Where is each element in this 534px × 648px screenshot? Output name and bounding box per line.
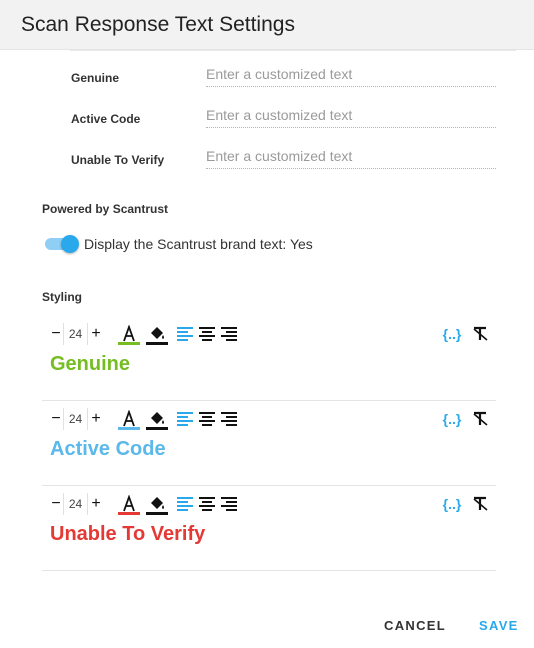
style-block-genuine: − 24 + {..} Genuine bbox=[42, 315, 496, 401]
variable-icon: {..} bbox=[442, 326, 462, 342]
clear-format-button[interactable] bbox=[471, 408, 489, 430]
minus-icon: − bbox=[51, 325, 61, 342]
fill-color-swatch bbox=[146, 427, 168, 430]
align-center-button[interactable] bbox=[198, 493, 216, 515]
align-center-button[interactable] bbox=[198, 408, 216, 430]
align-center-icon bbox=[199, 327, 215, 341]
cancel-button[interactable]: CANCEL bbox=[384, 618, 446, 633]
align-right-icon bbox=[221, 327, 237, 341]
brand-text-toggle-label: Display the Scantrust brand text: Yes bbox=[84, 236, 313, 252]
dialog-title: Scan Response Text Settings bbox=[21, 13, 295, 36]
clear-format-button[interactable] bbox=[471, 323, 489, 345]
genuine-text-input[interactable] bbox=[206, 62, 496, 87]
plus-icon: + bbox=[91, 495, 101, 512]
style-preview-text: Unable To Verify bbox=[50, 523, 206, 545]
minus-icon: − bbox=[51, 495, 61, 512]
dialog-header: Scan Response Text Settings bbox=[0, 0, 534, 50]
fill-color-icon bbox=[151, 412, 164, 424]
variable-icon: {..} bbox=[442, 411, 462, 427]
decrease-size-button[interactable]: − bbox=[49, 408, 63, 430]
style-block-unable-to-verify: − 24 + {..} Unable To Verify bbox=[42, 485, 496, 571]
align-left-button[interactable] bbox=[176, 323, 194, 345]
align-left-button[interactable] bbox=[176, 493, 194, 515]
align-left-icon bbox=[177, 497, 193, 511]
align-right-button[interactable] bbox=[220, 408, 238, 430]
increase-size-button[interactable]: + bbox=[89, 408, 103, 430]
unable-to-verify-label: Unable To Verify bbox=[71, 153, 165, 167]
font-color-button[interactable] bbox=[118, 408, 140, 430]
plus-icon: + bbox=[91, 325, 101, 342]
font-color-button[interactable] bbox=[118, 323, 140, 345]
align-right-button[interactable] bbox=[220, 493, 238, 515]
increase-size-button[interactable]: + bbox=[89, 323, 103, 345]
style-block-active-code: − 24 + {..} Active Code bbox=[42, 400, 496, 486]
align-right-icon bbox=[221, 412, 237, 426]
fill-color-swatch bbox=[146, 342, 168, 345]
plus-icon: + bbox=[91, 410, 101, 427]
increase-size-button[interactable]: + bbox=[89, 493, 103, 515]
brand-text-toggle[interactable] bbox=[43, 235, 79, 253]
fill-color-button[interactable] bbox=[146, 323, 168, 345]
align-center-icon bbox=[199, 412, 215, 426]
insert-variable-button[interactable]: {..} bbox=[440, 323, 464, 345]
decrease-size-button[interactable]: − bbox=[49, 493, 63, 515]
decrease-size-button[interactable]: − bbox=[49, 323, 63, 345]
font-color-icon bbox=[123, 495, 135, 512]
divider bbox=[70, 50, 516, 51]
font-color-icon bbox=[123, 325, 135, 342]
style-preview-text: Genuine bbox=[50, 353, 131, 375]
font-size-value[interactable]: 24 bbox=[63, 323, 88, 345]
active-code-label: Active Code bbox=[71, 112, 141, 126]
clear-format-icon bbox=[473, 326, 488, 341]
insert-variable-button[interactable]: {..} bbox=[440, 493, 464, 515]
minus-icon: − bbox=[51, 410, 61, 427]
unable-to-verify-text-input[interactable] bbox=[206, 144, 496, 169]
fill-color-swatch bbox=[146, 512, 168, 515]
font-color-button[interactable] bbox=[118, 493, 140, 515]
save-button[interactable]: SAVE bbox=[479, 618, 519, 633]
fill-color-icon bbox=[151, 327, 164, 339]
insert-variable-button[interactable]: {..} bbox=[440, 408, 464, 430]
align-left-button[interactable] bbox=[176, 408, 194, 430]
align-right-icon bbox=[221, 497, 237, 511]
active-code-text-input[interactable] bbox=[206, 103, 496, 128]
clear-format-button[interactable] bbox=[471, 493, 489, 515]
style-toolbar: − 24 + {..} bbox=[49, 493, 489, 515]
styling-title: Styling bbox=[42, 290, 83, 304]
fill-color-button[interactable] bbox=[146, 408, 168, 430]
style-toolbar: − 24 + {..} bbox=[49, 408, 489, 430]
variable-icon: {..} bbox=[442, 496, 462, 512]
fill-color-button[interactable] bbox=[146, 493, 168, 515]
clear-format-icon bbox=[473, 496, 488, 511]
align-center-icon bbox=[199, 497, 215, 511]
align-left-icon bbox=[177, 327, 193, 341]
powered-by-title: Powered by Scantrust bbox=[42, 202, 169, 216]
align-right-button[interactable] bbox=[220, 323, 238, 345]
toggle-thumb bbox=[61, 235, 79, 253]
font-color-swatch bbox=[118, 427, 140, 430]
fill-color-icon bbox=[151, 497, 164, 509]
genuine-label: Genuine bbox=[71, 71, 120, 85]
font-color-swatch bbox=[118, 512, 140, 515]
align-left-icon bbox=[177, 412, 193, 426]
style-preview-text: Active Code bbox=[50, 438, 166, 460]
clear-format-icon bbox=[473, 411, 488, 426]
font-color-icon bbox=[123, 410, 135, 427]
align-center-button[interactable] bbox=[198, 323, 216, 345]
style-toolbar: − 24 + {..} bbox=[49, 323, 489, 345]
font-color-swatch bbox=[118, 342, 140, 345]
font-size-value[interactable]: 24 bbox=[63, 493, 88, 515]
font-size-value[interactable]: 24 bbox=[63, 408, 88, 430]
